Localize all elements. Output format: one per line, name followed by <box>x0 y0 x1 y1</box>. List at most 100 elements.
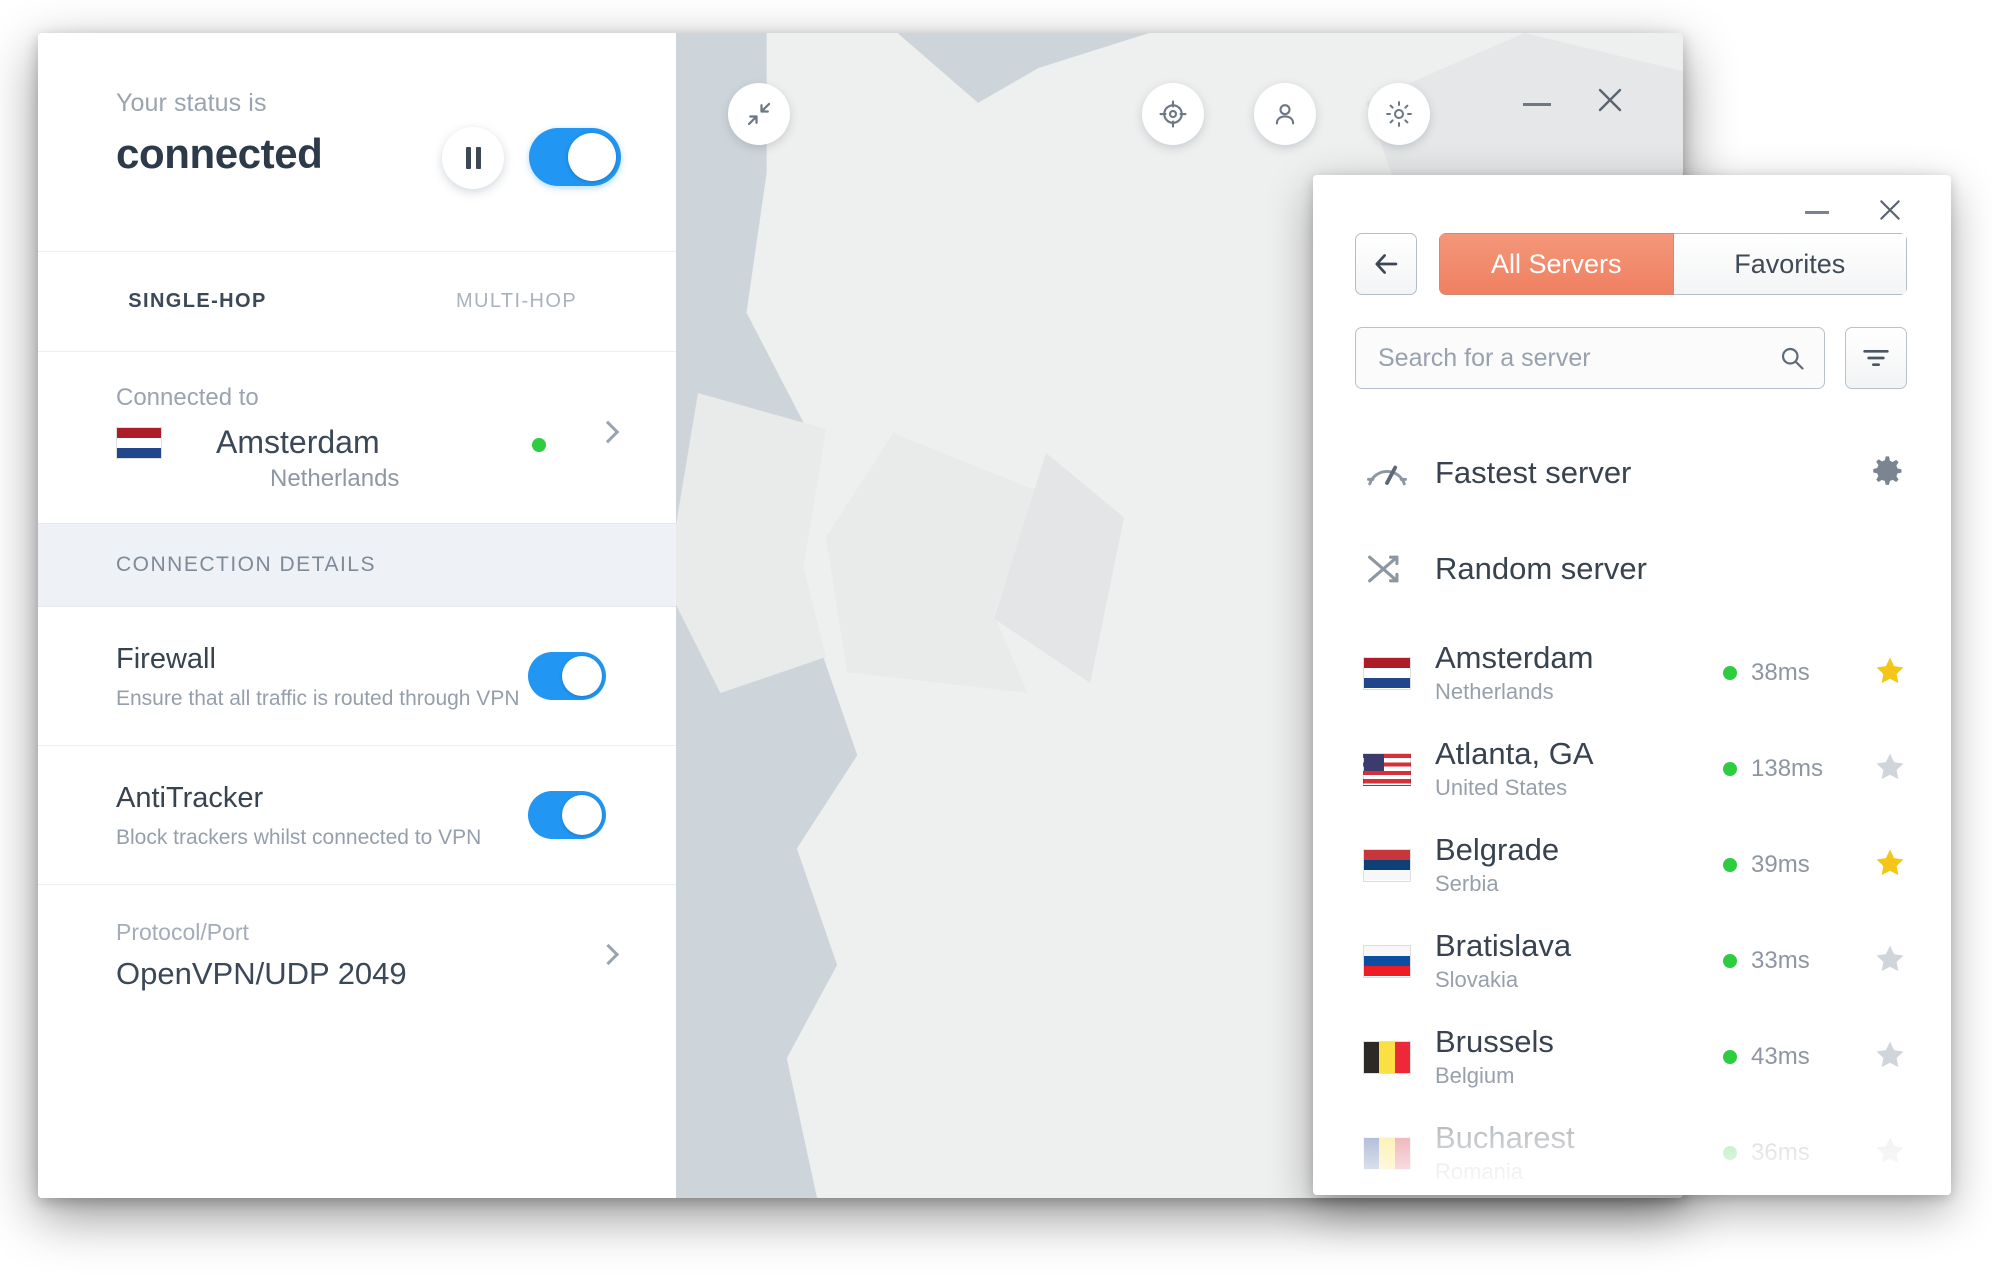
left-panel: Your status is connected SINGLE-HOP MULT… <box>38 33 676 1198</box>
close-button[interactable] <box>1877 197 1903 223</box>
connected-to-row[interactable]: Connected to Amsterdam Netherlands <box>38 351 676 523</box>
favorite-star-button[interactable] <box>1873 750 1907 789</box>
quick-option-random-server[interactable]: Random server <box>1363 521 1907 617</box>
filter-button[interactable] <box>1845 327 1907 389</box>
ping-value: 38ms <box>1751 659 1810 686</box>
minimize-button[interactable] <box>1523 103 1551 106</box>
server-ping: 36ms <box>1723 1139 1873 1167</box>
ping-status-dot <box>1723 666 1737 680</box>
server-country: Romania <box>1435 1158 1524 1184</box>
ping-value: 138ms <box>1751 755 1824 782</box>
server-list-item[interactable]: Brussels Belgium 43ms <box>1363 1009 1907 1105</box>
connection-details-header: CONNECTION DETAILS <box>38 523 676 607</box>
ping-status-dot <box>1723 762 1737 776</box>
favorite-star-button[interactable] <box>1873 942 1907 981</box>
minimize-button[interactable] <box>1805 211 1829 214</box>
favorite-star-button[interactable] <box>1873 654 1907 693</box>
account-icon <box>1275 104 1295 125</box>
flag-slovakia-icon <box>1363 944 1411 978</box>
shuffle-icon <box>1363 549 1425 589</box>
server-ping: 38ms <box>1723 659 1873 687</box>
pause-button[interactable] <box>442 127 504 189</box>
server-country: United States <box>1435 774 1568 800</box>
random-server-label: Random server <box>1435 551 1647 586</box>
locate-button[interactable] <box>1142 83 1204 145</box>
search-input[interactable] <box>1378 343 1778 373</box>
speedometer-icon <box>1363 453 1425 493</box>
protocol-row[interactable]: Protocol/Port OpenVPN/UDP 2049 <box>38 885 676 992</box>
server-list-item[interactable]: Bucharest Romania 36ms <box>1363 1105 1907 1195</box>
option-row-firewall: Firewall Ensure that all traffic is rout… <box>38 607 676 746</box>
vpn-power-toggle[interactable] <box>529 128 621 186</box>
ping-value: 36ms <box>1751 1139 1810 1166</box>
star-outline-icon <box>1876 753 1904 779</box>
search-box[interactable] <box>1355 327 1825 389</box>
server-list-item[interactable]: Amsterdam Netherlands 38ms <box>1363 625 1907 721</box>
star-outline-icon <box>1876 1041 1904 1067</box>
map-region <box>676 393 826 693</box>
server-ping: 43ms <box>1723 1043 1873 1071</box>
flag-romania-icon <box>1363 1136 1411 1170</box>
settings-icon <box>1386 101 1412 127</box>
status-block: Your status is connected <box>38 33 676 251</box>
connected-to-label: Connected to <box>116 384 259 411</box>
antitracker-toggle[interactable] <box>528 791 606 839</box>
favorite-star-button[interactable] <box>1873 1038 1907 1077</box>
flag-netherlands-icon <box>116 426 162 459</box>
account-button[interactable] <box>1254 83 1316 145</box>
server-ping: 39ms <box>1723 851 1873 879</box>
flag-belgium-icon <box>1363 1040 1411 1074</box>
server-list-item[interactable]: Bratislava Slovakia 33ms <box>1363 913 1907 1009</box>
hop-tabs: SINGLE-HOP MULTI-HOP <box>38 251 676 351</box>
server-window-header: All Servers Favorites <box>1313 233 1951 295</box>
favorite-star-button[interactable] <box>1873 1134 1907 1173</box>
search-icon[interactable] <box>1778 344 1806 372</box>
close-button[interactable] <box>1595 85 1625 115</box>
settings-button[interactable] <box>1368 83 1430 145</box>
flag-netherlands-icon <box>1363 656 1411 690</box>
ping-status-dot <box>1723 1146 1737 1160</box>
tab-all-servers[interactable]: All Servers <box>1439 233 1674 295</box>
map-toolbar <box>676 33 1683 163</box>
collapse-button[interactable] <box>728 83 790 145</box>
fastest-server-settings-button[interactable] <box>1863 449 1907 498</box>
pause-icon <box>465 147 471 169</box>
server-country: Belgium <box>1435 1062 1515 1088</box>
flag-serbia-icon <box>1363 848 1411 882</box>
firewall-toggle[interactable] <box>528 652 606 700</box>
server-city: Bratislava <box>1435 928 1572 964</box>
locate-icon <box>1159 100 1187 128</box>
server-search-row <box>1313 295 1951 389</box>
connection-status-dot <box>532 438 546 452</box>
connected-country: Netherlands <box>270 465 400 492</box>
collapse-icon <box>747 102 771 126</box>
back-arrow-icon <box>1375 254 1398 274</box>
quick-option-fastest-server[interactable]: Fastest server <box>1363 425 1907 521</box>
server-city: Belgrade <box>1435 832 1560 868</box>
back-button[interactable] <box>1355 233 1417 295</box>
star-filled-icon <box>1876 657 1904 683</box>
favorite-star-button[interactable] <box>1873 846 1907 885</box>
tab-favorites[interactable]: Favorites <box>1673 233 1907 295</box>
server-country: Slovakia <box>1435 966 1519 992</box>
server-window-titlebar <box>1313 175 1951 233</box>
server-city: Atlanta, GA <box>1435 736 1594 772</box>
server-list-item[interactable]: Belgrade Serbia 39ms <box>1363 817 1907 913</box>
server-country: Serbia <box>1435 870 1499 896</box>
ping-status-dot <box>1723 954 1737 968</box>
option-row-antitracker: AntiTracker Block trackers whilst connec… <box>38 746 676 885</box>
server-list: Amsterdam Netherlands 38ms Atlanta, GA U… <box>1313 617 1951 1195</box>
close-icon <box>1598 88 1622 112</box>
close-icon <box>1880 200 1900 220</box>
ping-value: 39ms <box>1751 851 1810 878</box>
tab-multi-hop[interactable]: MULTI-HOP <box>357 290 676 313</box>
gear-icon <box>1873 455 1902 485</box>
server-country: Netherlands <box>1435 678 1554 704</box>
server-list-item[interactable]: Atlanta, GA United States 138ms <box>1363 721 1907 817</box>
server-city: Bucharest <box>1435 1120 1575 1156</box>
tab-single-hop[interactable]: SINGLE-HOP <box>38 290 357 313</box>
server-ping: 138ms <box>1723 755 1873 783</box>
ping-value: 43ms <box>1751 1043 1810 1070</box>
star-outline-icon <box>1876 945 1904 971</box>
server-tabs: All Servers Favorites <box>1439 233 1907 295</box>
